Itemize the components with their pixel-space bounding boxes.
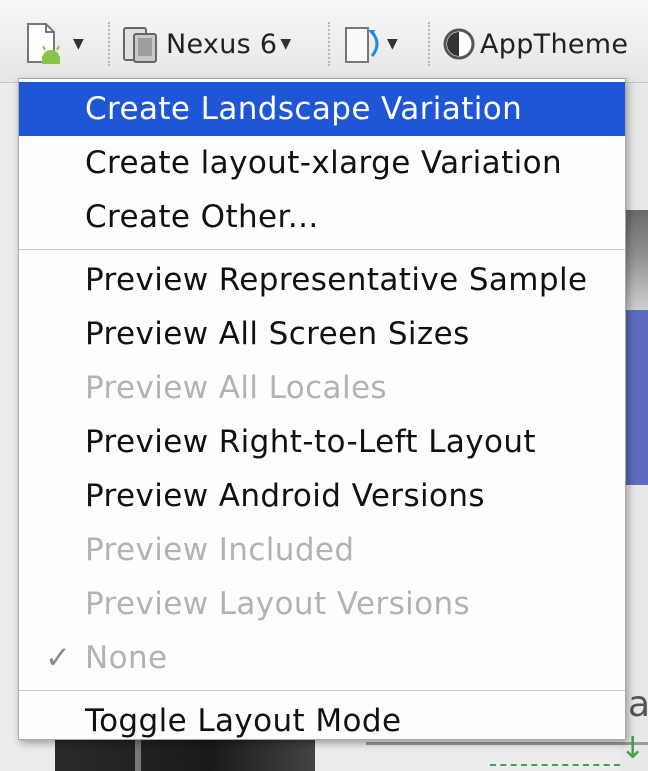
menu-item-label: Toggle Layout Mode [85, 703, 402, 739]
configuration-menu: Create Landscape Variation Create layout-… [18, 78, 626, 740]
menu-item-preview-included[interactable]: Preview Included [19, 523, 625, 577]
preview-status-bar [626, 210, 648, 310]
menu-item-preview-representative-sample[interactable]: Preview Representative Sample [19, 253, 625, 307]
toolbar-separator [108, 22, 110, 66]
menu-item-create-layout-xlarge-variation[interactable]: Create layout-xlarge Variation [19, 136, 625, 190]
menu-item-preview-all-screen-sizes[interactable]: Preview All Screen Sizes [19, 307, 625, 361]
menu-item-label: Create Landscape Variation [85, 91, 523, 127]
chevron-down-icon: ▼ [280, 36, 292, 52]
menu-item-preview-android-versions[interactable]: Preview Android Versions [19, 469, 625, 523]
menu-item-label: None [85, 640, 168, 676]
layout-file-android-icon [27, 23, 60, 64]
menu-item-preview-layout-versions[interactable]: Preview Layout Versions [19, 577, 625, 631]
configuration-dropdown[interactable]: ▼ [24, 22, 84, 66]
menu-separator [19, 690, 625, 691]
theme-dropdown[interactable]: AppTheme [442, 22, 628, 66]
menu-item-create-other[interactable]: Create Other... [19, 190, 625, 244]
toolbar-separator [428, 22, 430, 66]
preview-text-fragment: a [628, 684, 648, 725]
menu-item-label: Preview Right-to-Left Layout [85, 424, 536, 460]
menu-item-preview-all-locales[interactable]: Preview All Locales [19, 361, 625, 415]
chevron-down-icon: ▼ [73, 36, 84, 52]
menu-separator [19, 249, 625, 250]
menu-item-label: Preview Android Versions [85, 478, 485, 514]
theme-icon [443, 28, 475, 60]
layout-guide-line [490, 764, 620, 766]
menu-item-label: Preview Included [85, 532, 355, 568]
menu-item-toggle-layout-mode[interactable]: Toggle Layout Mode [19, 694, 625, 748]
layout-editor-toolbar: ▼ Nexus 6 ▼ ▼ AppTheme [0, 0, 648, 83]
menu-item-label: Preview Layout Versions [85, 586, 471, 622]
rotate-screen-icon [345, 27, 379, 63]
menu-item-create-landscape-variation[interactable]: Create Landscape Variation [19, 82, 625, 136]
orientation-dropdown[interactable]: ▼ [344, 22, 398, 66]
chevron-down-icon: ▼ [387, 36, 398, 52]
menu-item-label: Create layout-xlarge Variation [85, 145, 563, 181]
theme-label: AppTheme [480, 28, 629, 60]
menu-item-label: Preview All Screen Sizes [85, 316, 470, 352]
device-dropdown[interactable]: Nexus 6 ▼ [122, 22, 291, 66]
menu-item-preview-right-to-left-layout[interactable]: Preview Right-to-Left Layout [19, 415, 625, 469]
preview-app-bar [626, 310, 648, 485]
toolbar-separator [328, 22, 330, 66]
menu-item-none[interactable]: ✓ None [19, 631, 625, 685]
device-icon [123, 27, 157, 63]
device-label: Nexus 6 [166, 28, 278, 60]
menu-item-label: Preview All Locales [85, 370, 387, 406]
menu-item-label: Preview Representative Sample [85, 262, 588, 298]
menu-item-label: Create Other... [85, 199, 319, 235]
checkmark-icon: ✓ [45, 640, 71, 676]
